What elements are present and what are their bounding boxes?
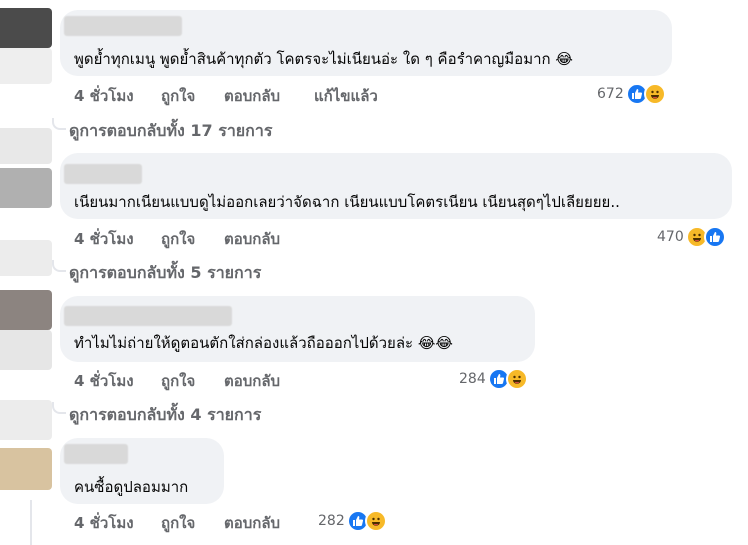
reaction-count: 282 <box>318 513 345 529</box>
timestamp[interactable]: 4 ชั่วโมง <box>74 227 134 251</box>
reaction-count: 284 <box>459 371 486 387</box>
reaction-summary[interactable]: 470 <box>657 225 726 249</box>
reply-button[interactable]: ตอบกลับ <box>224 369 280 393</box>
avatar[interactable] <box>0 290 52 330</box>
timestamp[interactable]: 4 ชั่วโมง <box>74 84 134 108</box>
like-button[interactable]: ถูกใจ <box>161 511 195 535</box>
haha-icon <box>364 510 387 532</box>
edited-label[interactable]: แก้ไขแล้ว <box>314 84 378 108</box>
avatar-placeholder <box>0 48 52 84</box>
commenter-name[interactable] <box>64 306 232 326</box>
commenter-name[interactable] <box>64 164 142 184</box>
view-replies-link[interactable]: ดูการตอบกลับทั้ง 4 รายการ <box>69 403 261 428</box>
reply-connector <box>52 402 66 414</box>
reaction-count: 470 <box>657 229 684 245</box>
comment-text: พูดย้ำทุกเมนู พูดย้ำสินค้าทุกตัว โคตรจะไ… <box>74 50 573 68</box>
like-button[interactable]: ถูกใจ <box>161 369 195 393</box>
timestamp[interactable]: 4 ชั่วโมง <box>74 511 134 535</box>
reply-button[interactable]: ตอบกลับ <box>224 84 280 108</box>
view-replies-link[interactable]: ดูการตอบกลับทั้ง 5 รายการ <box>69 261 261 286</box>
avatar-placeholder <box>0 400 52 440</box>
avatar-placeholder <box>0 330 52 370</box>
avatar[interactable] <box>0 448 52 490</box>
reply-button[interactable]: ตอบกลับ <box>224 227 280 251</box>
commenter-name[interactable] <box>64 444 128 464</box>
reply-connector <box>52 260 66 272</box>
comment-bubble: ทำไมไม่ถ่ายให้ดูตอนตักใส่กล่องแล้วถือออก… <box>60 296 535 362</box>
comment-bubble: เนียนมากเนียนแบบดูไม่ออกเลยว่าจัดฉาก เนี… <box>60 153 732 219</box>
commenter-name[interactable] <box>64 16 182 36</box>
like-button[interactable]: ถูกใจ <box>161 227 195 251</box>
like-button[interactable]: ถูกใจ <box>161 84 195 108</box>
avatar[interactable] <box>0 8 52 48</box>
thread-line <box>30 500 32 545</box>
view-replies-link[interactable]: ดูการตอบกลับทั้ง 17 รายการ <box>69 119 272 144</box>
comment-text: เนียนมากเนียนแบบดูไม่ออกเลยว่าจัดฉาก เนี… <box>74 193 620 211</box>
reaction-count: 672 <box>597 86 624 102</box>
comment-actions: 4 ชั่วโมง ถูกใจ ตอบกลับ <box>74 227 334 249</box>
reply-connector <box>52 118 66 130</box>
timestamp[interactable]: 4 ชั่วโมง <box>74 369 134 393</box>
comment-actions: 4 ชั่วโมง ถูกใจ ตอบกลับ <box>74 511 334 533</box>
haha-icon <box>643 83 666 105</box>
avatar-placeholder <box>0 240 52 276</box>
reaction-summary[interactable]: 284 <box>459 367 528 391</box>
comment-text: ทำไมไม่ถ่ายให้ดูตอนตักใส่กล่องแล้วถือออก… <box>74 334 453 352</box>
reaction-summary[interactable]: 672 <box>597 82 666 106</box>
avatar[interactable] <box>0 168 52 208</box>
comment-actions: 4 ชั่วโมง ถูกใจ ตอบกลับ แก้ไขแล้ว <box>74 84 434 106</box>
like-icon <box>703 226 726 248</box>
comment-bubble: คนซื้อดูปลอมมาก <box>60 438 224 504</box>
reply-button[interactable]: ตอบกลับ <box>224 511 280 535</box>
haha-icon <box>505 368 528 390</box>
reaction-summary[interactable]: 282 <box>318 509 387 533</box>
comment-text: คนซื้อดูปลอมมาก <box>74 478 189 496</box>
avatar-placeholder <box>0 128 52 164</box>
comment-bubble: พูดย้ำทุกเมนู พูดย้ำสินค้าทุกตัว โคตรจะไ… <box>60 10 672 76</box>
comment-actions: 4 ชั่วโมง ถูกใจ ตอบกลับ <box>74 369 334 391</box>
